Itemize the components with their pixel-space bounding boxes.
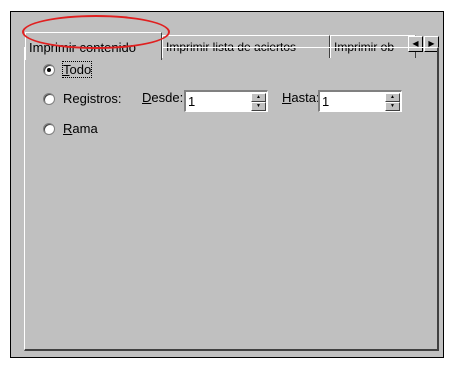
radio-selected-dot: [47, 68, 51, 72]
desde-spin-up-button[interactable]: ▲: [251, 93, 266, 102]
desde-spin-buttons: ▲ ▼: [251, 93, 266, 111]
radio-rama[interactable]: [43, 123, 55, 135]
hasta-spin-down-button[interactable]: ▼: [385, 102, 400, 111]
radio-todo-label[interactable]: Todo: [61, 61, 93, 78]
radio-registros[interactable]: [43, 93, 55, 105]
tab-imprimir-contenido[interactable]: Imprimir contenido: [25, 32, 162, 60]
desde-spinner[interactable]: 1 ▲ ▼: [184, 90, 268, 112]
spin-down-icon: ▼: [256, 103, 261, 109]
radio-registros-label[interactable]: Registros:: [63, 91, 122, 106]
radio-rama-label[interactable]: Rama: [63, 121, 98, 136]
hasta-spin-buttons: ▲ ▼: [385, 93, 400, 111]
spin-up-icon: ▲: [390, 94, 395, 100]
spin-down-icon: ▼: [390, 103, 395, 109]
hasta-label: Hasta:: [282, 90, 320, 105]
tab-label: Imprimir contenido: [29, 40, 136, 55]
radio-todo[interactable]: [43, 64, 55, 76]
hasta-value: 1: [322, 94, 330, 109]
hasta-spinner[interactable]: 1 ▲ ▼: [318, 90, 402, 112]
desde-spin-down-button[interactable]: ▼: [251, 102, 266, 111]
print-dialog-window: Imprimir contenido Imprimir lista de aci…: [10, 11, 444, 358]
desde-value: 1: [188, 94, 196, 109]
desde-label: Desde:: [142, 90, 184, 105]
spin-up-icon: ▲: [256, 94, 261, 100]
hasta-spin-up-button[interactable]: ▲: [385, 93, 400, 102]
tab-panel: Todo Registros: Desde: 1 ▲ ▼ Hasta: 1 ▲ …: [24, 47, 439, 351]
